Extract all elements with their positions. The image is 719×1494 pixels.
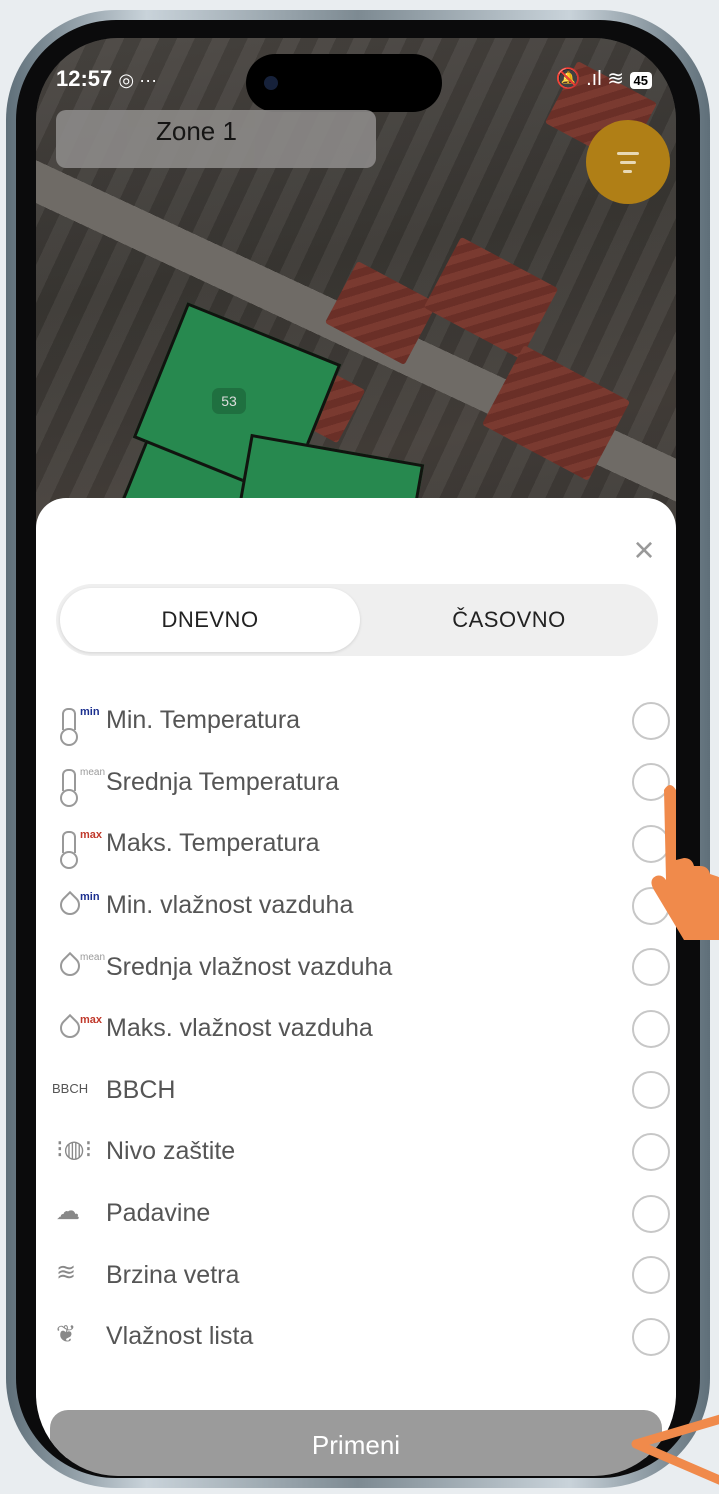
item-label: Min. Temperatura: [106, 706, 301, 735]
list-item[interactable]: mean Srednja Temperatura: [36, 752, 676, 814]
list-item[interactable]: ≋ Brzina vetra: [36, 1244, 676, 1306]
radio-button[interactable]: [632, 1132, 670, 1171]
list-item[interactable]: max Maks. Temperatura: [36, 813, 676, 875]
metric-list: min Min. Temperatura mean Srednja Temper…: [36, 690, 676, 1368]
status-time: 12:57 ◎ ···: [56, 66, 157, 92]
zone-selector[interactable]: Zone 1: [56, 110, 376, 168]
list-item[interactable]: min Min. Temperatura: [36, 690, 676, 752]
close-icon[interactable]: ×: [624, 530, 664, 570]
leaf-wetness-icon: ❦: [56, 1320, 77, 1348]
zone-label: Zone 1: [156, 116, 237, 146]
humidity-min-icon: min: [36, 890, 106, 921]
pointing-hand-icon: [651, 785, 719, 940]
item-label: Srednja vlažnost vazduha: [106, 952, 393, 981]
list-item[interactable]: BBCH BBCH: [36, 1060, 676, 1122]
humidity-mean-icon: mean: [36, 952, 106, 982]
front-camera: [264, 76, 278, 90]
rain-cloud-icon: ☁: [56, 1197, 80, 1225]
list-item[interactable]: max Maks. vlažnost vazduha: [36, 998, 676, 1060]
list-item[interactable]: mean Srednja vlažnost vazduha: [36, 936, 676, 998]
radio-button[interactable]: [632, 1194, 670, 1233]
radio-button[interactable]: [632, 701, 670, 740]
period-tabs: DNEVNO ČASOVNO: [56, 584, 658, 656]
item-label: Min. vlažnost vazduha: [106, 891, 354, 920]
roof: [423, 236, 559, 360]
radio-button[interactable]: [632, 948, 670, 987]
item-label: Maks. vlažnost vazduha: [106, 1014, 373, 1043]
tab-dnevno[interactable]: DNEVNO: [60, 588, 360, 652]
roof: [481, 345, 631, 481]
list-item[interactable]: ⁝◍⁝ Nivo zaštite: [36, 1121, 676, 1183]
item-label: Padavine: [106, 1199, 211, 1228]
list-item[interactable]: ☁ Padavine: [36, 1183, 676, 1245]
item-label: Nivo zaštite: [106, 1137, 236, 1166]
item-label: Vlažnost lista: [106, 1322, 254, 1351]
phone-screen: 53 12:57 ◎ ··· 🔕 .ıl ≋ 45 Zone 1 × DNEVN…: [36, 38, 676, 1476]
thermometer-max-icon: max: [36, 829, 106, 869]
item-label: BBCH: [106, 1075, 176, 1104]
list-item[interactable]: ❦ Vlažnost lista: [36, 1306, 676, 1368]
battery-icon: 45: [629, 72, 652, 89]
item-label: Maks. Temperatura: [106, 829, 320, 858]
tab-casovno[interactable]: ČASOVNO: [360, 584, 658, 656]
radio-button[interactable]: [632, 1009, 670, 1048]
thermometer-mean-icon: mean: [36, 767, 106, 808]
filter-button[interactable]: [586, 120, 670, 204]
status-right: 🔕 .ıl ≋ 45: [556, 66, 652, 91]
clock: 12:57: [56, 66, 113, 91]
radio-button[interactable]: [632, 1256, 670, 1295]
item-label: Brzina vetra: [106, 1260, 240, 1289]
radio-button[interactable]: [632, 1071, 670, 1110]
notification-icons: ◎ ···: [118, 70, 158, 90]
protection-level-icon: ⁝◍⁝: [56, 1135, 93, 1163]
item-label: Srednja Temperatura: [106, 767, 340, 796]
signal-wifi-icons: 🔕 .ıl ≋: [555, 68, 624, 90]
roof: [324, 260, 438, 366]
apply-button[interactable]: Primeni: [50, 1410, 662, 1476]
field-number-label: 53: [212, 388, 246, 414]
wind-icon: ≋: [56, 1259, 77, 1287]
thermometer-min-icon: min: [36, 706, 106, 746]
bbch-icon: BBCH: [52, 1081, 89, 1097]
arrow-left-icon: [631, 1414, 719, 1485]
list-item[interactable]: min Min. vlažnost vazduha: [36, 875, 676, 937]
humidity-max-icon: max: [36, 1013, 106, 1044]
radio-button[interactable]: [632, 1317, 670, 1356]
